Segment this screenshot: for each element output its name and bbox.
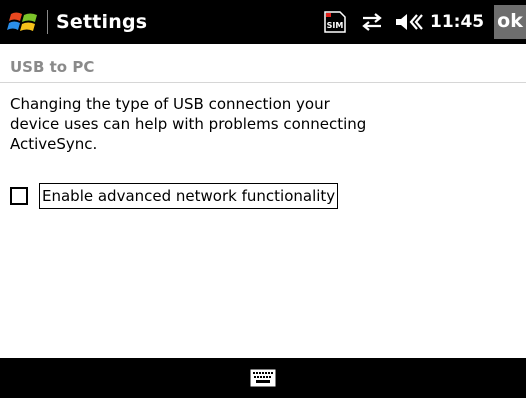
clock[interactable]: 11:45 [430, 10, 484, 34]
sim-icon-label: SIM [327, 21, 344, 30]
advanced-network-checkbox[interactable] [10, 187, 28, 205]
advanced-network-checkbox-label[interactable]: Enable advanced network functionality [39, 183, 339, 209]
sim-icon[interactable]: SIM [322, 10, 348, 34]
app-title: Settings [56, 11, 148, 33]
description-text: Changing the type of USB connection your… [10, 95, 367, 153]
title-bar: Settings SIM 11:45 ok [0, 0, 526, 44]
title-separator [47, 10, 48, 34]
page-header: USB to PC [0, 44, 526, 83]
screen: Settings SIM 11:45 ok USB to PC Changing… [0, 0, 526, 398]
menu-bar [0, 358, 526, 398]
volume-icon[interactable] [394, 11, 424, 33]
windows-start-icon[interactable] [7, 6, 41, 38]
connectivity-icon[interactable] [359, 11, 385, 33]
page-title: USB to PC [10, 58, 95, 76]
ok-button[interactable]: ok [494, 5, 526, 39]
keyboard-icon[interactable] [250, 367, 276, 389]
